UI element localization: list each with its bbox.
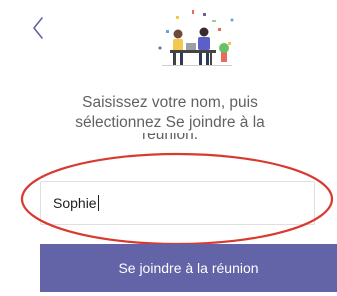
text-caret bbox=[97, 195, 99, 211]
join-meeting-button[interactable]: Se joindre à la réunion bbox=[40, 244, 337, 292]
instruction-line-2: sélectionnez Se joindre à la bbox=[75, 114, 265, 131]
join-meeting-screen: Saisissez votre nom, puis sélectionnez S… bbox=[0, 0, 337, 296]
name-input[interactable]: Sophie bbox=[40, 181, 315, 225]
meeting-people-illustration bbox=[158, 10, 234, 66]
chevron-left-icon bbox=[33, 17, 43, 39]
instruction-line-1: Saisissez votre nom, puis bbox=[82, 94, 258, 111]
instruction-text: Saisissez votre nom, puis sélectionnez S… bbox=[40, 93, 300, 145]
name-input-value: Sophie bbox=[53, 195, 97, 211]
instruction-line-3-wrapper: réunion. bbox=[40, 133, 300, 145]
instruction-line-3: réunion. bbox=[141, 133, 198, 143]
back-button[interactable] bbox=[28, 14, 48, 42]
